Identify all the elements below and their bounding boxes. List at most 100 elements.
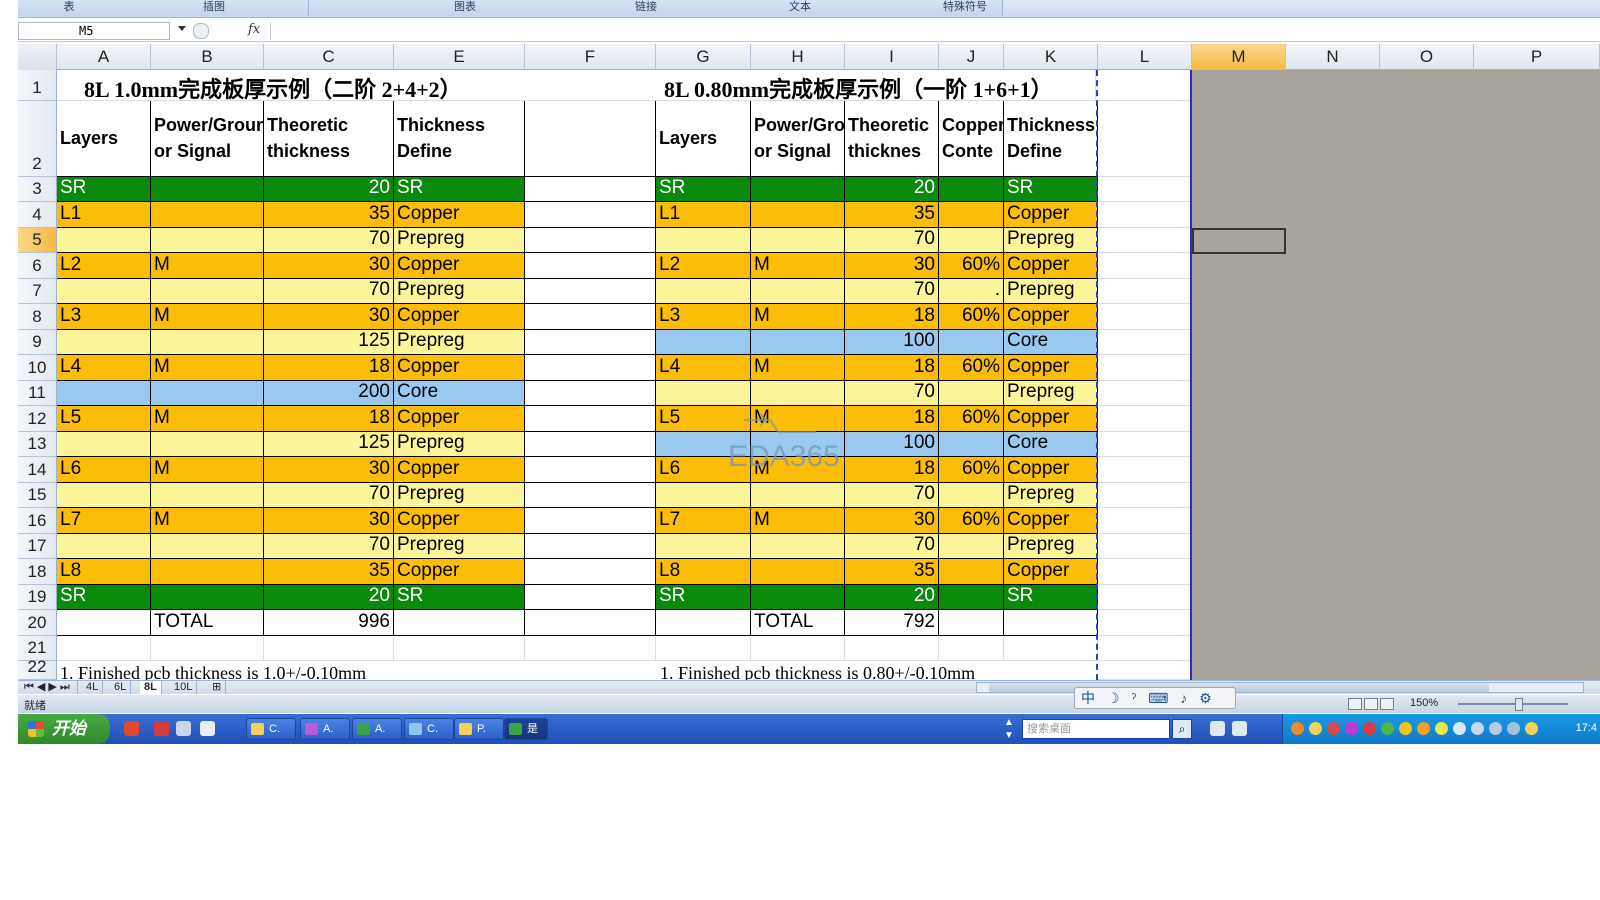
right-layer-cell[interactable]: [656, 381, 751, 406]
ribbon-group-table[interactable]: 表: [18, 0, 121, 16]
right-header-cell[interactable]: Copper Conte: [939, 101, 1004, 177]
right-copper-content-cell[interactable]: [939, 330, 1004, 355]
left-power-signal-cell[interactable]: M: [151, 406, 264, 432]
row-header-15[interactable]: 15: [18, 483, 57, 508]
right-power-signal-cell[interactable]: M: [751, 253, 845, 279]
right-thickness-cell[interactable]: 18: [845, 406, 939, 432]
right-copper-content-cell[interactable]: 60%: [939, 253, 1004, 279]
right-copper-content-cell[interactable]: [939, 483, 1004, 508]
right-thickness-cell[interactable]: 70: [845, 483, 939, 508]
right-power-signal-cell[interactable]: [751, 559, 845, 585]
empty-cell-l[interactable]: [1098, 406, 1191, 432]
right-thickness-cell[interactable]: 18: [845, 355, 939, 381]
empty-cell[interactable]: [1004, 610, 1098, 636]
tray-icon-6[interactable]: [1381, 722, 1394, 735]
help-icon[interactable]: [1232, 721, 1247, 736]
empty-cell-f[interactable]: [525, 279, 656, 304]
right-define-cell[interactable]: Copper: [1004, 202, 1098, 228]
right-copper-content-cell[interactable]: [939, 432, 1004, 457]
right-layer-cell[interactable]: [656, 483, 751, 508]
empty-cell[interactable]: [151, 636, 264, 661]
left-power-signal-cell[interactable]: [151, 483, 264, 508]
sheet-tab-8l[interactable]: 8L: [140, 681, 162, 694]
right-define-cell[interactable]: Copper: [1004, 559, 1098, 585]
left-total-label[interactable]: TOTAL: [151, 610, 264, 636]
right-power-signal-cell[interactable]: [751, 202, 845, 228]
right-total-label[interactable]: TOTAL: [751, 610, 845, 636]
right-layer-cell[interactable]: L5: [656, 406, 751, 432]
empty-cell-f[interactable]: [525, 202, 656, 228]
left-thickness-cell[interactable]: 70: [264, 228, 394, 253]
tray-icon-11[interactable]: [1471, 722, 1484, 735]
tray-icon-3[interactable]: [1327, 722, 1340, 735]
empty-cell[interactable]: [939, 636, 1004, 661]
right-layer-cell[interactable]: SR: [656, 177, 751, 202]
empty-cell-f[interactable]: [525, 253, 656, 279]
row-header-19[interactable]: 19: [18, 585, 57, 610]
right-copper-content-cell[interactable]: [939, 202, 1004, 228]
left-thickness-cell[interactable]: 70: [264, 483, 394, 508]
right-layer-cell[interactable]: L4: [656, 355, 751, 381]
left-power-signal-cell[interactable]: M: [151, 508, 264, 534]
left-layer-cell[interactable]: L3: [57, 304, 151, 330]
right-define-cell[interactable]: Prepreg: [1004, 381, 1098, 406]
right-thickness-cell[interactable]: 70: [845, 534, 939, 559]
left-thickness-cell[interactable]: 200: [264, 381, 394, 406]
row-header-10[interactable]: 10: [18, 355, 57, 381]
left-define-cell[interactable]: Core: [394, 381, 525, 406]
right-copper-content-cell[interactable]: 60%: [939, 355, 1004, 381]
left-thickness-cell[interactable]: 20: [264, 585, 394, 610]
right-power-signal-cell[interactable]: [751, 534, 845, 559]
left-define-cell[interactable]: Copper: [394, 457, 525, 483]
col-header-c[interactable]: C: [264, 44, 394, 70]
right-thickness-cell[interactable]: 70: [845, 381, 939, 406]
empty-cell-f[interactable]: [525, 304, 656, 330]
right-copper-content-cell[interactable]: 60%: [939, 304, 1004, 330]
col-header-b[interactable]: B: [151, 44, 264, 70]
empty-cell-l[interactable]: [1098, 661, 1191, 680]
left-layer-cell[interactable]: L2: [57, 253, 151, 279]
empty-cell-f[interactable]: [525, 381, 656, 406]
right-copper-content-cell[interactable]: [939, 585, 1004, 610]
row-header-13[interactable]: 13: [18, 432, 57, 457]
empty-cell-l[interactable]: [1098, 636, 1191, 661]
right-power-signal-cell[interactable]: [751, 585, 845, 610]
right-copper-content-cell[interactable]: 60%: [939, 457, 1004, 483]
right-thickness-cell[interactable]: 100: [845, 432, 939, 457]
right-layer-cell[interactable]: L2: [656, 253, 751, 279]
right-define-cell[interactable]: Prepreg: [1004, 228, 1098, 253]
page-break-view-icon[interactable]: [1380, 698, 1394, 710]
right-power-signal-cell[interactable]: [751, 228, 845, 253]
tray-icon-14[interactable]: [1525, 722, 1538, 735]
zoom-slider-handle[interactable]: [1515, 698, 1523, 711]
right-define-cell[interactable]: Copper: [1004, 253, 1098, 279]
left-layer-cell[interactable]: [57, 534, 151, 559]
right-header-cell[interactable]: Thickness Define: [1004, 101, 1098, 177]
right-define-cell[interactable]: Prepreg: [1004, 534, 1098, 559]
left-define-cell[interactable]: Copper: [394, 559, 525, 585]
ribbon-group-illustrations[interactable]: 插图: [120, 0, 309, 16]
empty-cell[interactable]: [845, 636, 939, 661]
empty-cell-l[interactable]: [1098, 534, 1191, 559]
left-power-signal-cell[interactable]: [151, 330, 264, 355]
right-power-signal-cell[interactable]: [751, 330, 845, 355]
empty-cell[interactable]: [1004, 636, 1098, 661]
empty-cell-l[interactable]: [1098, 101, 1191, 177]
left-power-signal-cell[interactable]: [151, 381, 264, 406]
empty-cell-l[interactable]: [1098, 610, 1191, 636]
right-total-value[interactable]: 792: [845, 610, 939, 636]
left-define-cell[interactable]: Prepreg: [394, 432, 525, 457]
left-power-signal-cell[interactable]: [151, 202, 264, 228]
left-layer-cell[interactable]: SR: [57, 585, 151, 610]
empty-cell[interactable]: [394, 610, 525, 636]
left-define-cell[interactable]: Prepreg: [394, 279, 525, 304]
row-header-12[interactable]: 12: [18, 406, 57, 432]
right-define-cell[interactable]: Prepreg: [1004, 279, 1098, 304]
left-header-cell[interactable]: Theoretic thickness: [264, 101, 394, 177]
empty-cell-l[interactable]: [1098, 381, 1191, 406]
zoom-slider[interactable]: [1458, 703, 1568, 705]
left-thickness-cell[interactable]: 35: [264, 202, 394, 228]
normal-view-icon[interactable]: [1348, 698, 1362, 710]
right-thickness-cell[interactable]: 35: [845, 559, 939, 585]
left-define-cell[interactable]: Prepreg: [394, 330, 525, 355]
